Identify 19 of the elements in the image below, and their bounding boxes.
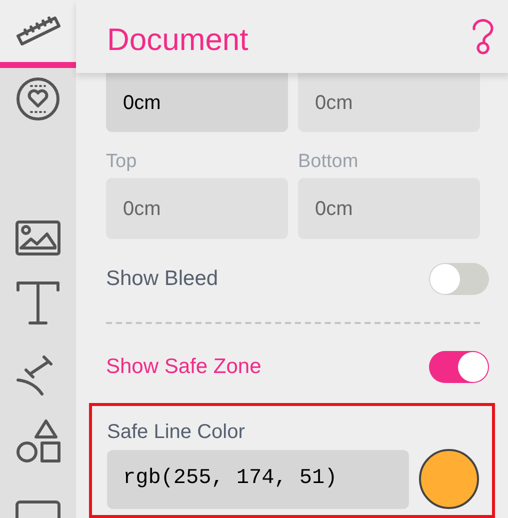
heart-badge-icon [15, 76, 61, 122]
toggle-label: Show Bleed [106, 266, 218, 292]
input-field[interactable]: 0cm [298, 178, 480, 239]
field-label: Safe Line Color [107, 420, 246, 444]
toggle-switch[interactable] [429, 263, 489, 295]
text-icon [15, 280, 61, 326]
field-label: Bottom [298, 150, 360, 174]
toggle-label: Show Safe Zone [106, 354, 262, 380]
color-value-field[interactable]: rgb(255, 174, 51) [107, 450, 409, 508]
input-field[interactable]: 0cm [106, 178, 288, 239]
image-icon [15, 220, 61, 256]
shapes-icon [15, 418, 61, 464]
toggle-switch[interactable] [429, 351, 489, 383]
input-field[interactable]: 0cm [298, 73, 480, 132]
field-label: Top [106, 150, 138, 174]
input-field[interactable]: 0cm [106, 73, 288, 132]
help-icon[interactable] [470, 18, 496, 54]
panel-title: Document [107, 21, 248, 60]
sidebar-tab[interactable] [0, 0, 76, 68]
